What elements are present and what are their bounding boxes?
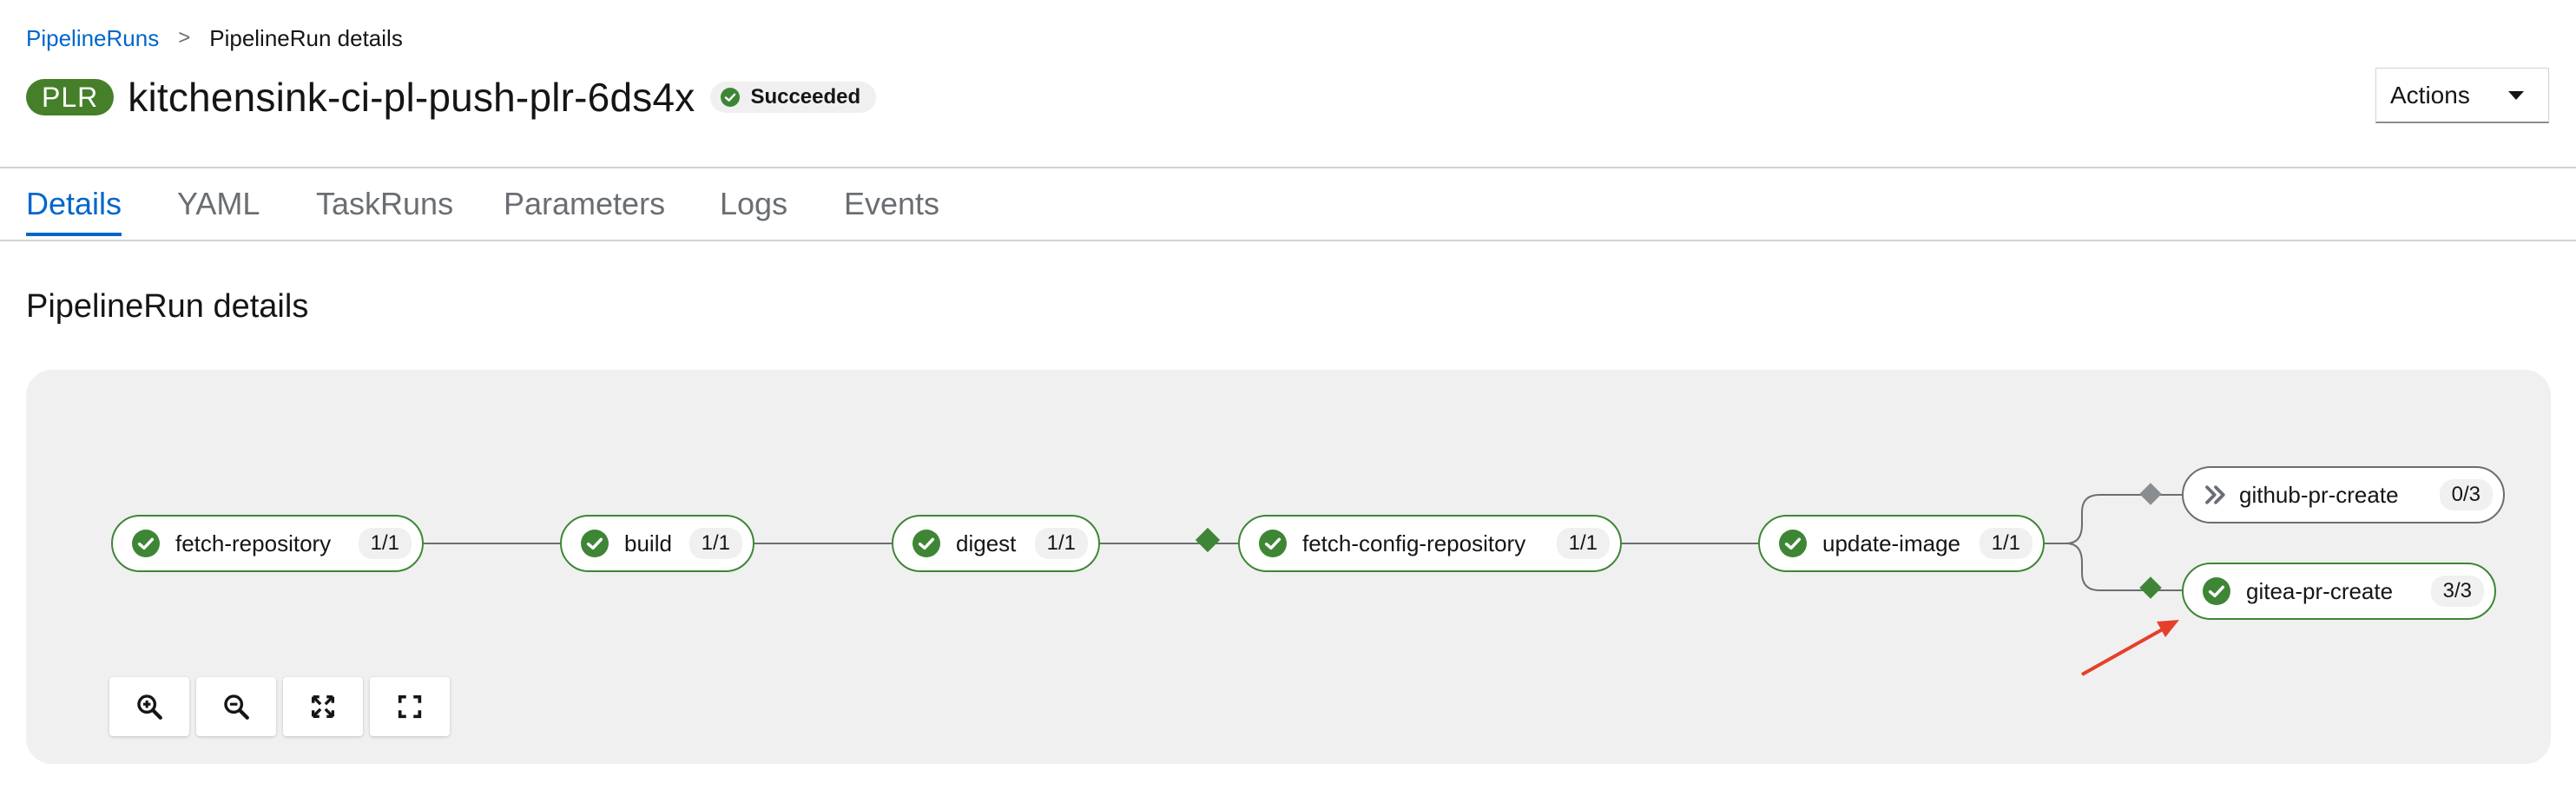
check-circle-icon <box>132 530 160 557</box>
annotation-arrow <box>2081 625 2168 676</box>
expand-button[interactable] <box>370 677 450 736</box>
check-circle-icon <box>1779 530 1807 557</box>
angle-double-right-icon <box>2205 485 2225 504</box>
check-circle-icon <box>912 530 940 557</box>
zoom-in-button[interactable] <box>109 677 189 736</box>
task-count-badge: 1/1 <box>688 528 742 559</box>
diamond-connector-icon <box>1195 527 1221 553</box>
task-node-github-pr-create[interactable]: github-pr-create 0/3 <box>2182 466 2505 523</box>
check-circle-icon <box>581 530 609 557</box>
check-circle-icon <box>2203 577 2230 605</box>
task-node-gitea-pr-create[interactable]: gitea-pr-create 3/3 <box>2182 563 2496 620</box>
task-node-fetch-config-repository[interactable]: fetch-config-repository 1/1 <box>1238 515 1622 572</box>
task-name: github-pr-create <box>2239 481 2399 508</box>
edge-update-github <box>2045 494 2182 544</box>
diamond-connector-icon <box>2139 576 2162 599</box>
pipeline-edges <box>424 483 2182 676</box>
task-name: digest <box>956 530 1017 556</box>
task-node-update-image[interactable]: update-image 1/1 <box>1758 515 2045 572</box>
zoom-in-icon <box>137 695 162 720</box>
task-count-badge: 1/1 <box>358 528 412 559</box>
check-circle-icon <box>1259 530 1287 557</box>
task-count-badge: 1/1 <box>1556 528 1610 559</box>
task-name: fetch-repository <box>175 530 332 556</box>
task-name: fetch-config-repository <box>1302 530 1526 556</box>
fit-to-screen-icon <box>311 695 335 719</box>
task-count-badge: 1/1 <box>1034 528 1088 559</box>
task-name: update-image <box>1822 530 1960 556</box>
edge-update-gitea <box>2045 543 2182 591</box>
zoom-out-button[interactable] <box>196 677 276 736</box>
expand-icon <box>398 695 422 719</box>
diamond-connector-icon <box>2139 483 2162 505</box>
arrow-head-icon <box>2157 620 2179 637</box>
task-name: build <box>624 530 672 556</box>
task-count-badge: 0/3 <box>2439 479 2493 510</box>
task-node-digest[interactable]: digest 1/1 <box>892 515 1100 572</box>
task-name: gitea-pr-create <box>2246 577 2394 604</box>
task-node-fetch-repository[interactable]: fetch-repository 1/1 <box>111 515 424 572</box>
task-node-build[interactable]: build 1/1 <box>560 515 754 572</box>
fit-to-screen-button[interactable] <box>283 677 363 736</box>
task-count-badge: 3/3 <box>2430 576 2484 607</box>
task-count-badge: 1/1 <box>1979 528 2032 559</box>
zoom-out-icon <box>224 695 249 720</box>
